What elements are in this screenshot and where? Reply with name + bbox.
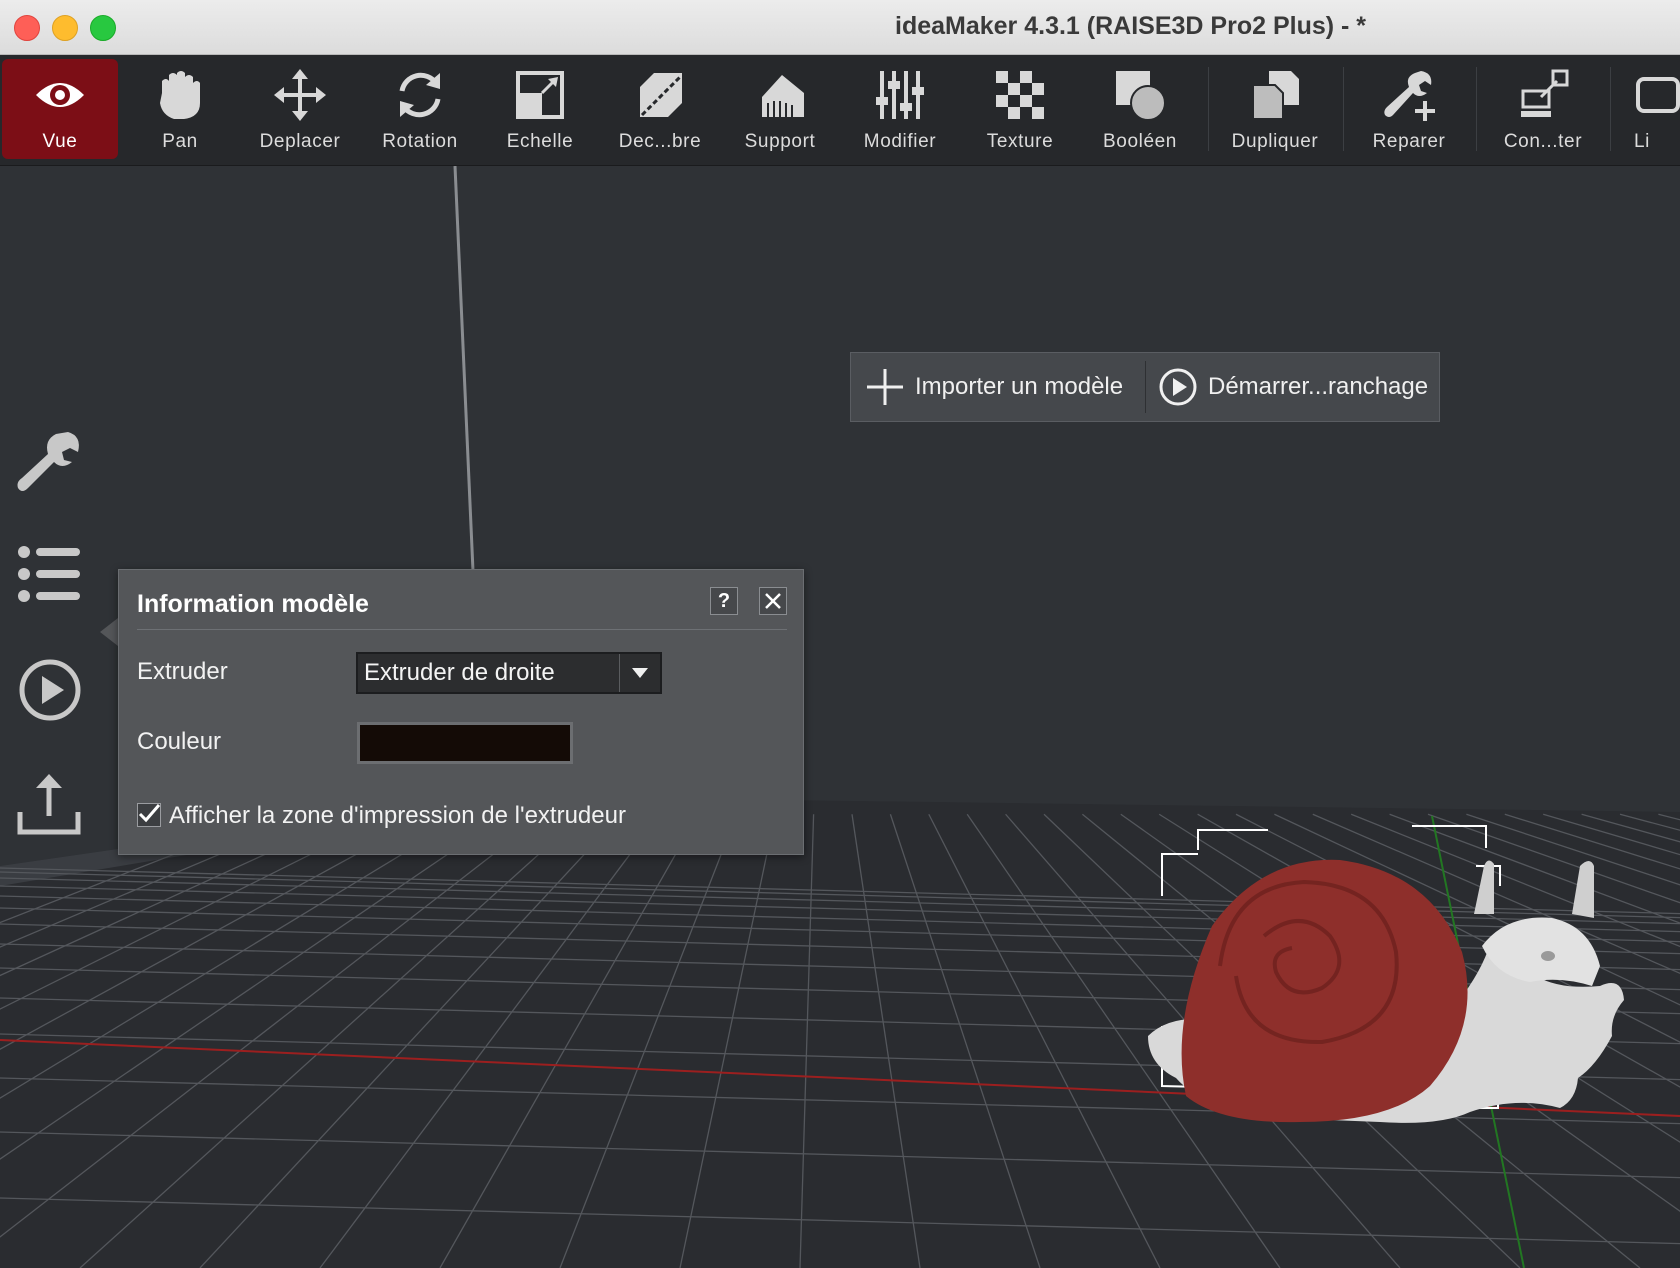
- toolbar-rotate-button[interactable]: Rotation: [362, 59, 478, 159]
- toolbar-label: Vue: [42, 131, 78, 152]
- play-circle-icon: [1159, 368, 1197, 406]
- toolbar-cut-button[interactable]: Dec...bre: [602, 59, 718, 159]
- toolbar-support-button[interactable]: Support: [722, 59, 838, 159]
- model-info-dialog: Information modèle ? Extruder Extruder d…: [118, 569, 804, 855]
- window-title: ideaMaker 4.3.1 (RAISE3D Pro2 Plus) - *: [895, 12, 1367, 40]
- toolbar-label: Rotation: [382, 131, 458, 152]
- toolbar-scale-button[interactable]: Echelle: [482, 59, 598, 159]
- eye-icon: [36, 83, 84, 107]
- toolbar-label: Dupliquer: [1231, 131, 1319, 152]
- truncated-icon: [1636, 77, 1680, 113]
- toolbar-label: Modifier: [863, 131, 937, 152]
- scale-icon: [516, 71, 564, 119]
- upload-icon[interactable]: [16, 772, 84, 840]
- hand-icon: [160, 71, 200, 119]
- duplicate-icon: [1252, 71, 1299, 120]
- toolbar-separator: [1476, 67, 1477, 151]
- extruder-select-value: Extruder de droite: [364, 659, 555, 686]
- toolbar-separator: [1343, 67, 1344, 151]
- color-swatch-button[interactable]: [357, 722, 573, 764]
- cut-icon: [640, 73, 682, 117]
- toolbar-boolean-button[interactable]: Booléen: [1082, 59, 1198, 159]
- toolbar-label: Support: [744, 131, 816, 152]
- start-slicing-label: Démarrer...ranchage: [1208, 373, 1429, 400]
- move-arrows-icon: [274, 69, 326, 121]
- toolbar-label: Booléen: [1103, 131, 1177, 152]
- window-minimize-button[interactable]: [52, 15, 78, 41]
- color-label: Couleur: [137, 728, 222, 755]
- show-zone-label: Afficher la zone d'impression de l'extru…: [169, 802, 626, 829]
- toolbar-move-button[interactable]: Deplacer: [242, 59, 358, 159]
- extruder-label: Extruder: [137, 658, 228, 685]
- play-circle-icon[interactable]: [16, 656, 84, 724]
- wrench-plus-icon: [1384, 71, 1435, 121]
- support-icon: [762, 75, 804, 117]
- title-bar: ideaMaker 4.3.1 (RAISE3D Pro2 Plus) - *: [0, 0, 1680, 55]
- action-separator: [1145, 361, 1146, 413]
- dialog-title: Information modèle: [137, 590, 369, 618]
- toolbar-view-button[interactable]: Vue: [2, 59, 118, 159]
- toolbar-separator: [1208, 67, 1209, 151]
- toolbar-label: Li: [1634, 131, 1650, 152]
- window-zoom-button[interactable]: [90, 15, 116, 41]
- window-close-button[interactable]: [14, 15, 40, 41]
- close-icon: [765, 593, 781, 609]
- toolbar-duplicate-button[interactable]: Dupliquer: [1217, 59, 1333, 159]
- import-model-label: Importer un modèle: [915, 373, 1124, 400]
- toolbar-pan-button[interactable]: Pan: [122, 59, 238, 159]
- connect-icon: [1521, 69, 1569, 117]
- toolbar-repair-button[interactable]: Reparer: [1351, 59, 1467, 159]
- toolbar-label: Pan: [162, 131, 198, 152]
- wrench-icon[interactable]: [16, 428, 84, 496]
- toolbar-modifier-button[interactable]: Modifier: [842, 59, 958, 159]
- plus-icon: [867, 369, 903, 405]
- dialog-divider: [137, 629, 787, 630]
- import-model-button[interactable]: Importer un modèle: [851, 353, 1145, 421]
- toolbar-label: Echelle: [506, 131, 574, 152]
- extruder-select[interactable]: Extruder de droite: [356, 652, 662, 694]
- dialog-pointer: [100, 618, 118, 646]
- toolbar-label: Deplacer: [259, 131, 341, 152]
- start-slicing-button[interactable]: Démarrer...ranchage: [1158, 353, 1428, 421]
- snail-eye: [1541, 951, 1555, 961]
- toolbar-separator: [1610, 67, 1611, 151]
- toolbar-truncated-button[interactable]: Li: [1622, 59, 1680, 159]
- close-button[interactable]: [759, 587, 787, 615]
- main-toolbar: Vue Pan Deplacer Rotation Echelle Dec...…: [0, 55, 1680, 166]
- chevron-down-icon: [619, 654, 660, 692]
- show-zone-checkbox[interactable]: [137, 803, 161, 827]
- checker-icon: [996, 71, 1044, 119]
- toolbar-connect-button[interactable]: Con...ter: [1485, 59, 1601, 159]
- rotate-icon: [399, 72, 441, 118]
- toolbar-label: Con...ter: [1503, 131, 1583, 152]
- help-button[interactable]: ?: [710, 587, 738, 615]
- toolbar-label: Reparer: [1372, 131, 1446, 152]
- toolbar-label: Texture: [986, 131, 1054, 152]
- sliders-icon: [876, 71, 924, 119]
- list-icon[interactable]: [16, 540, 84, 608]
- checkmark-icon: [138, 804, 161, 823]
- model-action-bar: Importer un modèle Démarrer...ranchage: [850, 352, 1440, 422]
- 3d-viewport[interactable]: Importer un modèle Démarrer...ranchage I…: [0, 166, 1680, 1268]
- toolbar-texture-button[interactable]: Texture: [962, 59, 1078, 159]
- boolean-icon: [1116, 71, 1166, 121]
- toolbar-label: Dec...bre: [618, 131, 702, 152]
